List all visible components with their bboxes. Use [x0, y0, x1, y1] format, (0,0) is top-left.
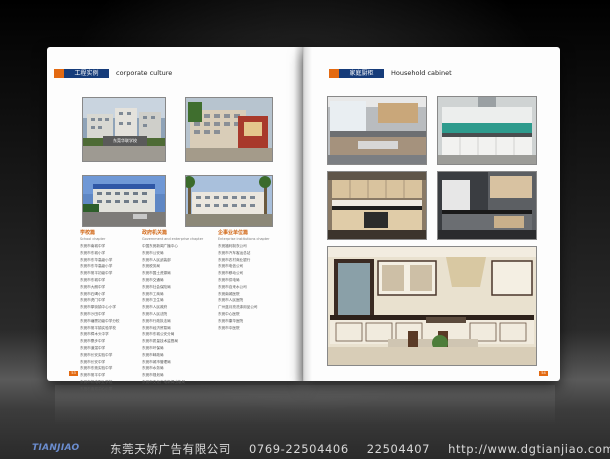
right-header-subtitle: Household cabinet: [391, 69, 452, 77]
column-title-government: 政府机关篇: [142, 230, 168, 236]
list-item: 东莞市交通局: [142, 277, 164, 282]
list-item: 东莞市机电职业学校: [80, 379, 113, 384]
list-item: 东莞市质量技术监督局: [142, 339, 178, 344]
list-item: 东莞市大朗中学: [80, 284, 106, 289]
list-item: 东莞市农村商业银行: [218, 257, 251, 262]
list-item: 东莞市东城公安分局: [142, 332, 175, 337]
list-item: 东莞市供电局: [218, 277, 240, 282]
list-item: 东莞市康华医院: [218, 318, 244, 323]
list-item: 东莞市卫生局: [142, 298, 164, 303]
list-item: 东莞市水务局: [142, 366, 164, 371]
column-title-school: 学校篇: [80, 230, 96, 236]
photo-kitchen-white-cabinets: [437, 96, 537, 165]
list-item: 东莞市国土资源局: [142, 271, 171, 276]
column-subtitle-school: School chapter: [80, 237, 106, 241]
photo-kitchen-wood-black: [327, 171, 427, 240]
watermark-footer: TIANJIAO 东莞天娇广告有限公司 0769-22504406 22504407…: [0, 440, 610, 459]
photo-kitchen-modern-glass: [327, 96, 427, 165]
list-item: 东莞市人民法院: [142, 311, 168, 316]
list-item: 东莞市长安实验中学: [80, 352, 113, 357]
list-item: 东莞市经济贸易局: [142, 325, 171, 330]
photo-kitchen-classic-large: [327, 246, 537, 366]
list-item: 东莞市沙田中学: [80, 311, 106, 316]
list-item: 东莞福利制衣公司: [218, 244, 247, 248]
column-title-enterprise: 企事业单位篇: [218, 230, 249, 236]
list-item: 东莞市塘厦初级中学分校: [80, 318, 120, 323]
school-list: 东莞市南城中学 东莞市东城小学东莞市东华高级小学 东莞市东华高级小学 东莞市常平初级中…: [80, 243, 120, 393]
list-item: 东莞市行政执法局: [142, 318, 171, 323]
brochure-reflection: [55, 385, 555, 425]
list-item: 东莞市虎门中学: [80, 298, 106, 303]
list-item: 东莞市寮步中学: [80, 339, 106, 344]
list-item: 东莞市常平初级中学: [80, 271, 113, 276]
list-item: 中国东莞新闻广播中心: [142, 244, 178, 248]
left-page-number: 53: [69, 371, 78, 376]
list-item: 东莞市樟木头中学: [80, 332, 109, 337]
list-item: 东莞市汽车客运总站: [218, 250, 251, 255]
left-page: 工程实例 corporate culture 东莞华联学校 学校篇 School…: [47, 47, 303, 391]
list-item: 东莞市文化广电新闻出版局: [142, 379, 186, 384]
list-item: 东莞市石碣小学: [80, 291, 106, 296]
list-item: 东莞市东城小学: [80, 250, 106, 255]
list-item: 东莞市厚街镇中心小学: [80, 305, 116, 310]
header-accent-bar: [329, 69, 339, 78]
left-header-title: 工程实例: [74, 70, 99, 77]
list-item: 东莞中心医院: [218, 311, 240, 316]
government-list: 中国东莞新闻广播中心 东莞市公安局 东莞市人民武装部 东莞税务局 东莞市国土资源局 东莞市…: [142, 243, 185, 386]
company-info: 东莞天娇广告有限公司 0769-22504406 22504407 http://ww…: [110, 441, 610, 457]
right-page-number: 54: [539, 371, 548, 376]
list-item: 东莞市移动公司: [218, 271, 244, 276]
list-item: 东莞市东华高级小学: [80, 257, 113, 262]
list-item: 东莞市长安中学: [80, 359, 106, 364]
book-spine-shadow: [294, 47, 312, 381]
list-item: 东莞市自来水公司: [218, 284, 247, 289]
list-item: 东莞市中医院: [218, 325, 240, 330]
photo-campus-building-palms: [185, 175, 273, 227]
right-page: 家庭厨柜 Household cabinet 54: [303, 47, 560, 381]
list-item: 东莞市常平中学: [80, 373, 106, 378]
right-header-title: 家庭厨柜: [349, 70, 374, 77]
school-sign-text: 东莞华联学校: [113, 138, 137, 143]
company-name: 东莞天娇广告有限公司: [110, 442, 231, 456]
list-item: 东莞市工商局: [142, 291, 164, 296]
list-item: 东莞市道滘中学: [80, 345, 106, 350]
list-item: 东莞市公安局: [142, 250, 164, 255]
column-subtitle-enterprise: Enterprise institutions chapter: [218, 237, 270, 241]
company-logo: TIANJIAO: [32, 443, 80, 453]
list-item: 东莞市南城中心小学: [80, 386, 113, 391]
company-phone-1: 0769-22504406: [249, 442, 349, 456]
list-item: 广州蓝月亮洗涤用品公司: [218, 305, 258, 310]
list-item: 东莞市城市管理局: [142, 359, 171, 364]
company-url: http://www.dgtianjiao.com: [448, 442, 610, 456]
list-item: 东莞市规划局: [142, 373, 164, 378]
list-item: 东莞市社会保险局: [142, 284, 171, 289]
list-item: 东莞市人民武装部: [142, 257, 171, 262]
header-accent-bar: [54, 69, 64, 78]
list-item: 东莞市东莞实验中学: [80, 366, 113, 371]
list-item: 东莞市东城中学: [80, 277, 106, 282]
list-item: 东莞税务局: [142, 264, 160, 269]
enterprise-list: 东莞福利制衣公司 东莞市汽车客运总站 东莞市农村商业银行 东莞市电信公司 东莞市移动公司…: [218, 243, 258, 331]
column-subtitle-government: Government and enterprise chapter: [142, 237, 204, 241]
photo-kitchen-dark-steel: [437, 171, 537, 240]
list-item: 东莞市电信公司: [218, 264, 244, 269]
list-item: 东莞市南城中学: [80, 244, 106, 248]
list-item: 东莞市东华高级小学: [80, 264, 113, 269]
list-item: 东莞市邮政局: [142, 352, 164, 357]
photo-school-gate: 东莞华联学校: [82, 97, 166, 162]
photo-campus-building-blue-roof: [82, 175, 166, 227]
list-item: 东莞市人民政府: [142, 305, 168, 310]
list-item: 东莞南城医院: [218, 291, 240, 296]
list-item: 东莞市环保局: [142, 345, 164, 350]
list-item: 东莞市常平镇实验学校: [80, 325, 116, 330]
company-phone-2: 22504407: [366, 442, 431, 456]
list-item: 东莞市人民医院: [218, 298, 244, 303]
left-header-subtitle: corporate culture: [116, 69, 173, 77]
photo-red-facade-building: [185, 97, 273, 162]
